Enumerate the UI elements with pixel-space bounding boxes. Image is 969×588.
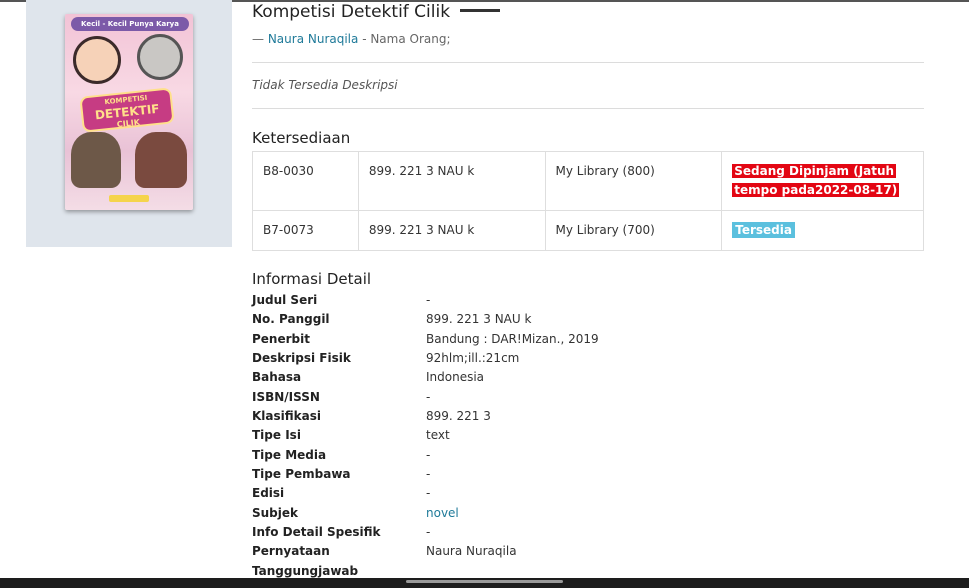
detail-value: - [426, 389, 431, 404]
availability-table: B8-0030 899. 221 3 NAU k My Library (800… [252, 151, 924, 251]
book-title-text: Kompetisi Detektif Cilik [252, 2, 451, 22]
status-badge-available: Tersedia [732, 222, 795, 238]
detail-key: Pernyataan [252, 544, 330, 559]
detail-key: ISBN/ISSN [252, 389, 320, 404]
book-description: Tidak Tersedia Deskripsi [252, 78, 398, 92]
cover-title-badge: KOMPETISI DETEKTIF CILIK [79, 87, 175, 133]
item-status-cell: Tersedia [721, 210, 924, 251]
detail-row-pernyataan: Pernyataan Naura Nuraqila [252, 543, 924, 562]
cover-character-1 [73, 36, 121, 84]
cover-character-2 [137, 34, 183, 80]
home-indicator[interactable] [406, 580, 563, 583]
detail-value: - [426, 447, 431, 462]
detail-key: No. Panggil [252, 312, 330, 327]
detail-row-tipe-isi: Tipe Isi text [252, 427, 924, 446]
detail-value: 899. 221 3 NAU k [426, 312, 532, 327]
detail-key: Tipe Media [252, 447, 327, 462]
author-prefix: — [252, 32, 268, 46]
detail-row-tipe-pembawa: Tipe Pembawa - [252, 466, 924, 485]
detail-row-info-detail: Info Detail Spesifik - [252, 524, 924, 543]
divider [252, 62, 924, 63]
detail-value: Naura Nuraqila [426, 544, 517, 559]
item-status-cell: Sedang Dipinjam (Jatuh tempo pada2022-08… [721, 151, 924, 211]
author-line: — Naura Nuraqila - Nama Orang; [252, 32, 451, 46]
detail-key: Info Detail Spesifik [252, 525, 381, 540]
detail-key: Penerbit [252, 331, 310, 346]
title-dash-decoration [460, 8, 501, 12]
availability-heading: Ketersediaan [252, 129, 351, 147]
detail-row-isbn: ISBN/ISSN - [252, 389, 924, 408]
item-call-number: 899. 221 3 NAU k [357, 151, 546, 211]
detail-key: Tipe Isi [252, 428, 301, 443]
system-navigation-bar [0, 578, 969, 588]
detail-value: - [426, 467, 431, 482]
item-code: B8-0030 [252, 151, 359, 211]
item-location: My Library (800) [544, 151, 723, 211]
detail-key: Klasifikasi [252, 409, 321, 424]
detail-value: text [426, 428, 450, 443]
detail-row-edisi: Edisi - [252, 485, 924, 504]
author-link[interactable]: Naura Nuraqila [268, 32, 359, 46]
detail-row-no-panggil: No. Panggil 899. 221 3 NAU k [252, 311, 924, 330]
detail-row-judul-seri: Judul Seri - [252, 292, 924, 311]
table-row: B7-0073 899. 221 3 NAU k My Library (700… [252, 210, 924, 251]
detail-row-subjek: Subjek novel [252, 505, 924, 524]
status-badge-borrowed: Sedang Dipinjam (Jatuh tempo pada2022-08… [732, 164, 900, 197]
detail-value: - [426, 525, 431, 540]
detail-row-bahasa: Bahasa Indonesia [252, 369, 924, 388]
cover-character-3 [71, 132, 121, 188]
item-location: My Library (700) [544, 210, 723, 251]
detail-value: - [426, 293, 431, 307]
divider [252, 108, 924, 109]
item-call-number: 899. 221 3 NAU k [357, 210, 546, 251]
detail-value: 92hlm;ill.:21cm [426, 351, 520, 366]
detail-row-klasifikasi: Klasifikasi 899. 221 3 [252, 408, 924, 427]
detail-row-tipe-media: Tipe Media - [252, 447, 924, 466]
detail-key: Judul Seri [252, 293, 318, 307]
detail-key: Deskripsi Fisik [252, 351, 351, 366]
table-row: B8-0030 899. 221 3 NAU k My Library (800… [252, 151, 924, 211]
detail-value: 899. 221 3 [426, 409, 491, 424]
detail-key: Subjek [252, 505, 299, 520]
detail-heading: Informasi Detail [252, 270, 372, 288]
cover-author-strip [109, 195, 149, 202]
cover-series-label: Kecil - Kecil Punya Karya [71, 17, 189, 31]
detail-key: Bahasa [252, 370, 302, 385]
subject-link[interactable]: novel [426, 505, 459, 522]
cover-character-4 [135, 132, 187, 188]
detail-row-penerbit: Penerbit Bandung : DAR!Mizan., 2019 [252, 331, 924, 350]
cover-panel: Kecil - Kecil Punya Karya KOMPETISI DETE… [26, 0, 232, 247]
detail-value: Indonesia [426, 370, 485, 385]
detail-row-deskripsi-fisik: Deskripsi Fisik 92hlm;ill.:21cm [252, 350, 924, 369]
detail-key: Edisi [252, 486, 285, 501]
detail-key: Tipe Pembawa [252, 467, 351, 482]
detail-value: Bandung : DAR!Mizan., 2019 [426, 331, 599, 346]
book-title: Kompetisi Detektif Cilik [252, 2, 501, 22]
book-cover-image[interactable]: Kecil - Kecil Punya Karya KOMPETISI DETE… [65, 14, 193, 210]
detail-list: Judul Seri - No. Panggil 899. 221 3 NAU k … [252, 292, 924, 582]
detail-value: - [426, 486, 431, 501]
item-code: B7-0073 [252, 210, 359, 251]
author-type: - Nama Orang; [358, 32, 451, 46]
